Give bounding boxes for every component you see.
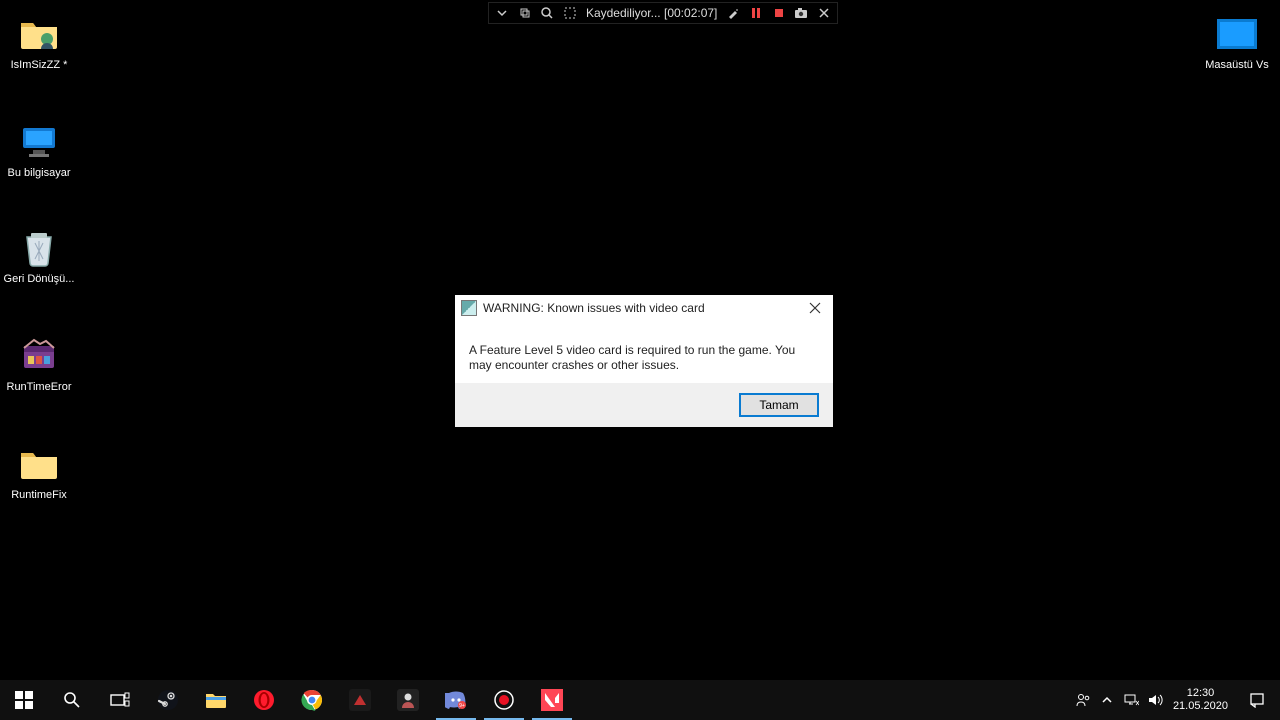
desktop-icon-label: RuntimeFix xyxy=(0,488,78,502)
dialog-titlebar[interactable]: WARNING: Known issues with video card xyxy=(455,295,833,321)
recorder-status-text: Kaydediliyor... xyxy=(586,6,661,20)
chrome-icon xyxy=(301,689,323,711)
game-app-icon xyxy=(397,689,419,711)
tray-date: 21.05.2020 xyxy=(1173,700,1228,713)
recorder-timecode: [00:02:07] xyxy=(664,6,717,20)
taskbar-app-valorant[interactable] xyxy=(528,680,576,720)
taskbar-left: 9+ xyxy=(0,680,576,720)
steam-icon xyxy=(157,689,179,711)
taskbar-app-chrome[interactable] xyxy=(288,680,336,720)
folder-user-icon xyxy=(19,14,59,54)
search-icon xyxy=(63,691,81,709)
tray-notifications[interactable] xyxy=(1234,692,1280,708)
taskbar-spacer xyxy=(576,680,1071,720)
taskbar-app-recorder[interactable] xyxy=(480,680,528,720)
record-icon xyxy=(493,689,515,711)
valorant-icon xyxy=(541,689,563,711)
tray-network-icon[interactable] xyxy=(1119,680,1143,720)
taskbar-app-game[interactable] xyxy=(384,680,432,720)
svg-text:9+: 9+ xyxy=(459,703,465,709)
desktop-icon-masaustu[interactable]: Masaüstü Vs xyxy=(1198,14,1276,72)
close-icon xyxy=(809,302,821,314)
taskbar-app-generic-dark[interactable] xyxy=(336,680,384,720)
desktop-icon-label: Geri Dönüşü... xyxy=(0,272,78,286)
tray-time: 12:30 xyxy=(1173,687,1228,700)
desktop-icon-runtime-fix[interactable]: RuntimeFix xyxy=(0,444,78,502)
blue-app-icon xyxy=(1217,14,1257,54)
app-dark-icon xyxy=(349,689,371,711)
winrar-icon xyxy=(19,336,59,376)
task-view-button[interactable] xyxy=(96,680,144,720)
opera-icon xyxy=(253,689,275,711)
folder-icon xyxy=(19,444,59,484)
system-tray: 12:30 21.05.2020 xyxy=(1071,680,1280,720)
start-button[interactable] xyxy=(0,680,48,720)
recorder-stop-icon[interactable] xyxy=(770,4,788,22)
dialog-body: A Feature Level 5 video card is required… xyxy=(455,321,833,383)
taskbar-app-opera[interactable] xyxy=(240,680,288,720)
desktop-icon-label: RunTimeEror xyxy=(0,380,78,394)
tray-volume-icon[interactable] xyxy=(1143,680,1167,720)
recorder-magnify-icon[interactable] xyxy=(538,4,556,22)
notification-icon xyxy=(1249,692,1265,708)
recycle-bin-icon xyxy=(19,228,59,268)
desktop-icon-label: Bu bilgisayar xyxy=(0,166,78,180)
dialog-close-button[interactable] xyxy=(797,295,833,321)
task-view-icon xyxy=(110,692,130,708)
dialog-message: A Feature Level 5 video card is required… xyxy=(469,343,819,373)
recorder-region-icon[interactable] xyxy=(561,4,579,22)
taskbar: 9+ 12:30 21.05.2020 xyxy=(0,680,1280,720)
desktop-icon-this-pc[interactable]: Bu bilgisayar xyxy=(0,122,78,180)
tray-chevron-up-icon[interactable] xyxy=(1095,680,1119,720)
desktop-icon-recycle-bin[interactable]: Geri Dönüşü... xyxy=(0,228,78,286)
dialog-title: WARNING: Known issues with video card xyxy=(483,301,797,315)
dialog-ok-button[interactable]: Tamam xyxy=(739,393,819,417)
taskbar-app-discord[interactable]: 9+ xyxy=(432,680,480,720)
recorder-status: Kaydediliyor... [00:02:07] xyxy=(586,6,717,20)
warning-dialog: WARNING: Known issues with video card A … xyxy=(455,295,833,427)
recorder-copy-icon[interactable] xyxy=(516,4,534,22)
recorder-close-icon[interactable] xyxy=(815,4,833,22)
recorder-camera-icon[interactable] xyxy=(793,4,811,22)
desktop-icon-label: IsImSizZZ * xyxy=(0,58,78,72)
tray-clock[interactable]: 12:30 21.05.2020 xyxy=(1167,687,1234,713)
recorder-draw-icon[interactable] xyxy=(724,4,742,22)
recorder-dropdown-icon[interactable] xyxy=(493,4,511,22)
windows-icon xyxy=(15,691,33,709)
taskbar-app-steam[interactable] xyxy=(144,680,192,720)
recorder-pause-icon[interactable] xyxy=(747,4,765,22)
computer-icon xyxy=(19,122,59,162)
desktop-icon-runtime-error[interactable]: RunTimeEror xyxy=(0,336,78,394)
dialog-app-icon xyxy=(461,300,477,316)
desktop-icon-user-folder[interactable]: IsImSizZZ * xyxy=(0,14,78,72)
search-button[interactable] xyxy=(48,680,96,720)
recording-toolbar: Kaydediliyor... [00:02:07] xyxy=(488,2,838,24)
dialog-button-row: Tamam xyxy=(455,383,833,427)
discord-icon: 9+ xyxy=(445,691,467,709)
file-explorer-icon xyxy=(205,691,227,709)
taskbar-app-explorer[interactable] xyxy=(192,680,240,720)
tray-people-icon[interactable] xyxy=(1071,680,1095,720)
desktop-icon-label: Masaüstü Vs xyxy=(1198,58,1276,72)
